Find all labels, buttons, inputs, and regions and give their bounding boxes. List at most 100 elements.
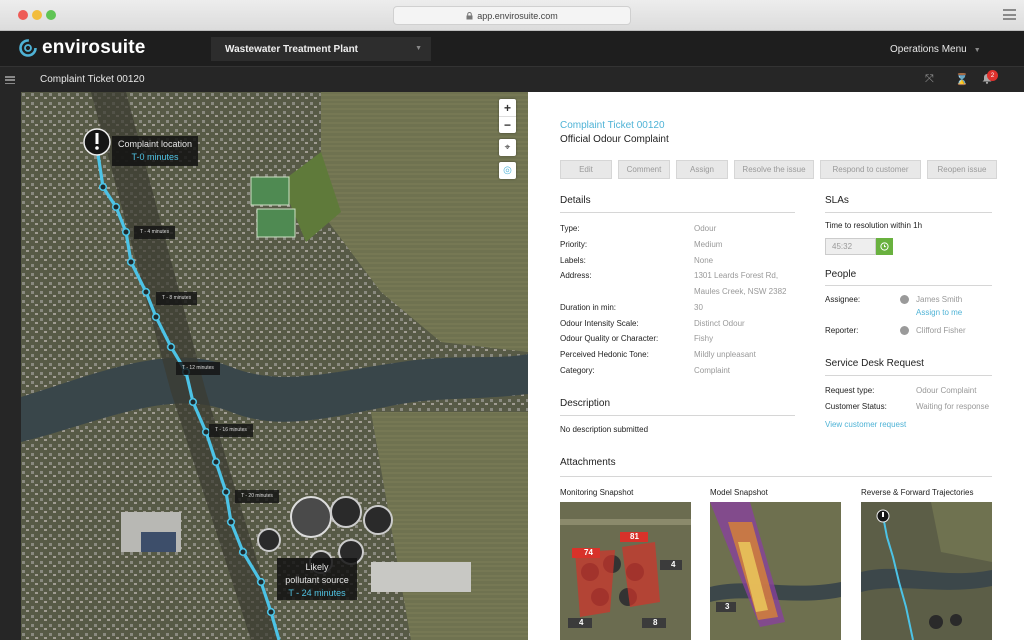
divider xyxy=(825,212,992,213)
divider xyxy=(560,415,795,416)
assign-button[interactable]: Assign xyxy=(676,160,728,179)
chevron-down-icon: ▼ xyxy=(415,45,422,52)
maximize-window-button[interactable] xyxy=(46,10,56,20)
time-marker: T - 8 minutes xyxy=(156,292,198,305)
edit-button[interactable]: Edit xyxy=(560,160,612,179)
source-label-2: pollutant source xyxy=(285,575,349,585)
reopen-issue-button[interactable]: Reopen issue xyxy=(927,160,997,179)
monitoring-value: 4 xyxy=(579,618,584,627)
browser-menu-icon[interactable] xyxy=(1003,9,1016,20)
description-text: No description submitted xyxy=(560,425,649,434)
time-marker: T - 4 minutes xyxy=(134,226,176,239)
attachment-caption: Monitoring Snapshot xyxy=(560,488,634,497)
ticket-id-link[interactable]: Complaint Ticket 00120 xyxy=(560,120,665,131)
close-window-button[interactable] xyxy=(18,10,28,20)
attachment-caption: Reverse & Forward Trajectories xyxy=(861,488,974,497)
detail-value: None xyxy=(694,256,714,265)
app-window: app.envirosuite.com envirosuite Wastewat… xyxy=(0,0,1024,640)
detail-label: Category: xyxy=(560,366,595,375)
slas-heading: SLAs xyxy=(825,195,849,206)
ticket-detail-panel: Complaint Ticket 00120 Official Odour Co… xyxy=(528,92,1024,640)
site-selector-value: Wastewater Treatment Plant xyxy=(225,43,359,55)
comment-button[interactable]: Comment xyxy=(618,160,670,179)
detail-value: Complaint xyxy=(694,366,731,375)
site-selector-dropdown[interactable]: Wastewater Treatment Plant ▼ xyxy=(211,37,431,61)
detail-value: Mildly unpleasant xyxy=(694,350,756,359)
assignee-name: James Smith xyxy=(916,295,963,304)
left-rail xyxy=(0,92,21,640)
detail-label: Odour Quality or Character: xyxy=(560,334,659,343)
url-text: app.envirosuite.com xyxy=(477,10,558,21)
monitoring-snapshot-thumbnail[interactable]: 74 81 4 4 8 xyxy=(560,502,691,640)
clock-icon xyxy=(880,242,889,251)
customer-status-value: Waiting for response xyxy=(916,402,990,411)
detail-value: Maules Creek, NSW 2382 xyxy=(694,287,787,296)
brand-logo[interactable]: envirosuite xyxy=(18,37,146,59)
description-heading: Description xyxy=(560,398,611,409)
trajectories-thumbnail[interactable] xyxy=(861,502,992,640)
expand-icon[interactable]: ⤧ xyxy=(925,73,934,86)
source-callout: Likely pollutant source T - 24 minutes xyxy=(277,558,357,600)
zoom-out-button[interactable]: − xyxy=(499,116,516,133)
attachment-caption: Model Snapshot xyxy=(710,488,768,497)
satellite-map[interactable]: Complaint location T-0 minutes T - 4 min… xyxy=(21,92,528,640)
complaint-label: Complaint location xyxy=(117,139,193,149)
ticket-subtitle: Official Odour Complaint xyxy=(560,134,669,145)
attachments-heading: Attachments xyxy=(560,457,616,468)
operations-menu[interactable]: Operations Menu ▼ xyxy=(890,44,981,55)
people-heading: People xyxy=(825,269,857,280)
customer-status-label: Customer Status: xyxy=(825,402,887,411)
source-time: T - 24 minutes xyxy=(288,588,346,598)
sla-status-button[interactable] xyxy=(876,238,893,255)
detail-label: Type: xyxy=(560,224,580,233)
crosshair-icon: ⌖ xyxy=(504,142,511,153)
detail-value: Odour xyxy=(694,224,717,233)
time-marker: T - 20 minutes xyxy=(235,490,279,503)
sla-timer: 45:32 xyxy=(825,238,876,255)
view-customer-request-link[interactable]: View customer request xyxy=(825,420,906,429)
divider xyxy=(825,285,992,286)
locate-button[interactable]: ⌖ xyxy=(499,139,516,156)
source-label-1: Likely xyxy=(305,562,329,572)
detail-value: Distinct Odour xyxy=(694,319,745,328)
monitoring-value: 81 xyxy=(630,532,639,541)
detail-label: Priority: xyxy=(560,240,588,249)
complaint-time: T-0 minutes xyxy=(131,152,179,162)
chevron-down-icon: ▼ xyxy=(973,47,981,54)
time-marker: T - 12 minutes xyxy=(176,362,220,375)
detail-label: Perceived Hedonic Tone: xyxy=(560,350,649,359)
address-bar[interactable]: app.envirosuite.com xyxy=(393,6,631,25)
minimize-window-button[interactable] xyxy=(32,10,42,20)
zoom-in-button[interactable]: + xyxy=(499,99,516,116)
respond-to-customer-button[interactable]: Respond to customer xyxy=(820,160,921,179)
detail-value: Medium xyxy=(694,240,723,249)
assign-to-me-link[interactable]: Assign to me xyxy=(916,308,962,317)
monitoring-value: 4 xyxy=(671,560,676,569)
complaint-callout: Complaint location T-0 minutes xyxy=(112,136,198,166)
model-value: 3 xyxy=(725,602,730,611)
reset-view-button[interactable]: ◎ xyxy=(499,162,516,179)
reporter-label: Reporter: xyxy=(825,326,859,335)
hourglass-icon[interactable]: ⌛ xyxy=(955,73,969,86)
ticket-subheader: Complaint Ticket 00120 ⤧ ⌛ 2 xyxy=(0,66,1024,92)
divider xyxy=(825,375,992,376)
divider xyxy=(560,476,992,477)
divider xyxy=(560,212,795,213)
page-title: Complaint Ticket 00120 xyxy=(40,74,145,85)
operations-menu-label: Operations Menu xyxy=(890,44,967,55)
detail-value: 1301 Leards Forest Rd, xyxy=(694,271,779,280)
detail-label: Labels: xyxy=(560,256,586,265)
complaint-pin-icon xyxy=(83,128,111,156)
details-heading: Details xyxy=(560,195,591,206)
model-snapshot-thumbnail[interactable]: 3 xyxy=(710,502,841,640)
lock-icon xyxy=(466,11,473,19)
side-menu-icon[interactable] xyxy=(5,76,15,84)
zoom-control: + − xyxy=(499,99,516,133)
monitoring-value: 74 xyxy=(584,548,593,557)
assignee-label: Assignee: xyxy=(825,295,861,304)
target-icon: ◎ xyxy=(503,165,512,176)
resolve-issue-button[interactable]: Resolve the issue xyxy=(734,160,814,179)
detail-value: 30 xyxy=(694,303,703,312)
envirosuite-logo-icon xyxy=(19,39,37,57)
brand-name: envirosuite xyxy=(42,37,146,58)
